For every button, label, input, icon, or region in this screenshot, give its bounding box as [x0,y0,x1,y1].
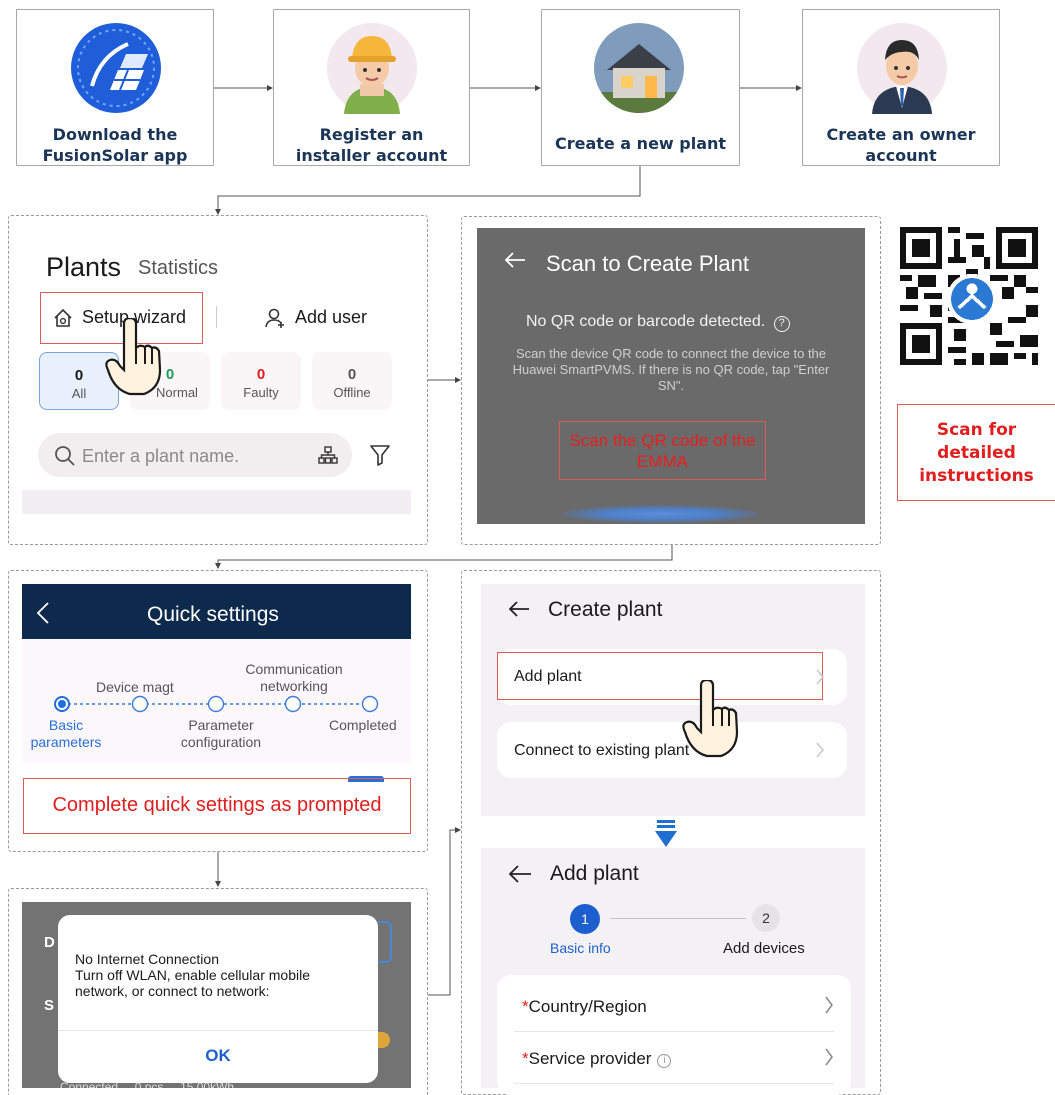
help-icon[interactable]: ? [773,316,790,332]
scan-status-text: No QR code or barcode detected. [526,313,766,330]
connect-existing-label: Connect to existing plant [514,742,690,759]
step-2-indicator: 2 [752,904,780,932]
add-user-icon [264,306,288,335]
step-communication: Communication networking [245,661,343,694]
scan-status: No QR code or barcode detected. ? [526,313,790,332]
ok-button[interactable]: OK [58,1046,378,1066]
dialog-divider [58,1030,378,1031]
step-label: Register an installer account [295,125,448,165]
step-1-label: Basic info [550,940,611,956]
tab-statistics[interactable]: Statistics [138,257,218,280]
divider [216,306,217,328]
step-label: Create a new plant [554,134,727,153]
progress-track [54,695,379,713]
hand-pointer-icon [104,316,164,401]
quick-settings-note: Complete quick settings as prompted [52,794,382,816]
chevron-right-icon [815,669,825,690]
step-parameter-config: Parameter configuration [180,717,262,750]
service-provider-label: Service provider [528,1049,652,1068]
step-line [610,918,746,919]
back-arrow-icon[interactable] [507,599,531,624]
back-arrow-icon[interactable] [503,250,527,275]
step-basic-parameters: Basic parameters [30,717,102,750]
house-icon [593,22,685,119]
bg-fragment-d: D [44,934,55,951]
dialog-body: Turn off WLAN, enable cellular mobile ne… [75,967,310,999]
create-plant-title: Create plant [548,598,663,621]
filter-icon[interactable] [369,443,391,472]
chevron-right-icon [824,996,834,1019]
hierarchy-icon[interactable] [318,445,338,470]
chevron-right-icon [824,1048,834,1071]
hand-pointer-icon [680,678,742,763]
service-provider-field[interactable]: *Service provider i [522,1049,672,1069]
step-label: Download the FusionSolar app [42,125,188,165]
plants-title: Plants [46,252,122,282]
owner-avatar-icon [856,22,948,119]
scan-description: Scan the device QR code to connect the d… [512,346,830,393]
back-arrow-icon[interactable] [507,863,533,890]
dialog-title: No Internet Connection [75,951,219,967]
scan-title: Scan to Create Plant [546,251,750,276]
stat-caption: Offline [333,385,371,400]
info-icon[interactable]: i [657,1054,672,1068]
installer-avatar-icon [326,22,418,119]
country-region-field[interactable]: *Country/Region [522,997,647,1017]
solar-panel-icon [70,22,162,119]
add-plant-label: Add plant [514,668,582,685]
home-gear-icon [52,307,74,334]
country-region-label: Country/Region [528,997,647,1016]
step-1-indicator: 1 [570,904,600,934]
add-user-button[interactable]: Add user [295,307,367,328]
scan-line [560,505,760,523]
step-register-installer: Register an installer account [273,9,470,166]
dialog-message: No Internet Connection Turn off WLAN, en… [75,951,350,999]
scan-hint-text: Scan the QR code of the EMMA [569,431,756,471]
bg-field-outline [378,921,392,963]
bg-fragment-s: S [44,997,55,1014]
row-divider [514,1083,834,1084]
stat-caption: Faulty [243,385,279,400]
search-icon [54,445,76,472]
step-label: Create an owner account [826,125,976,165]
chevron-left-icon[interactable] [36,602,50,629]
stat-offline[interactable]: 0 Offline [312,352,392,410]
add-plant-title: Add plant [550,862,639,885]
step-completed: Completed [329,717,397,733]
chevron-right-icon [815,742,825,763]
scan-for-text: Scan for detailed instructions [919,420,1034,486]
quick-settings-title: Quick settings [147,603,279,626]
form-card [497,975,851,1095]
row-divider [514,1031,834,1032]
step-device-magt: Device magt [96,679,174,695]
step-download-app: Download the FusionSolar app [16,9,214,166]
stat-value: 0 [256,366,266,383]
qr-code [900,227,1038,370]
stat-faulty[interactable]: 0 Faulty [221,352,301,410]
stat-value: 0 [347,366,357,383]
list-placeholder [22,490,411,514]
step-create-owner: Create an owner account [802,9,1000,166]
search-placeholder: Enter a plant name. [82,446,240,466]
step-2-label: Add devices [723,940,805,957]
step-create-plant: Create a new plant [541,9,740,166]
